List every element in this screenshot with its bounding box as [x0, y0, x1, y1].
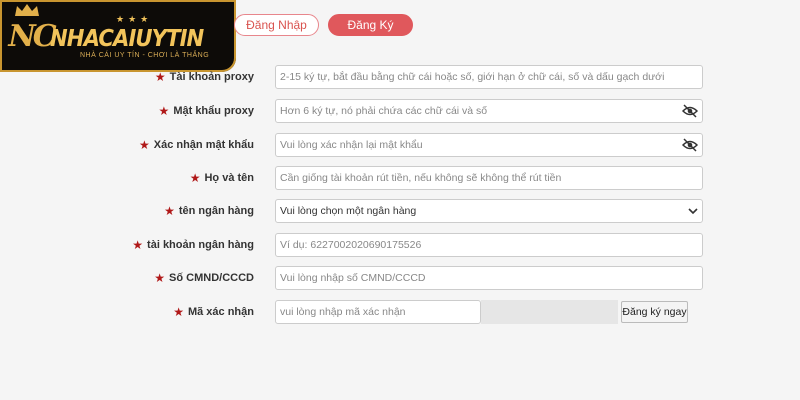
input-placeholder: 2-15 ký tự, bắt đầu bằng chữ cái hoặc số… — [280, 71, 665, 83]
form-row-confirm-password: ★ Xác nhận mật khẩu Vui lòng xác nhận lạ… — [0, 133, 800, 157]
required-star-icon: ★ — [154, 271, 166, 285]
field-label-text: Số CMND/CCCD — [169, 272, 254, 284]
field-label: ★ Họ và tên — [190, 166, 254, 190]
form-row-captcha: ★ Mã xác nhận vui lòng nhập mã xác nhận … — [0, 300, 800, 324]
logo-tagline: NHÀ CÁI UY TÍN - CHƠI LÀ THẮNG — [80, 52, 210, 59]
field-label: ★ Mật khẩu proxy — [159, 99, 254, 123]
logo-mark: NC — [8, 18, 56, 54]
select-value: Vui lòng chọn một ngân hàng — [280, 205, 417, 217]
field-label-text: Mật khẩu proxy — [173, 105, 254, 117]
proxy-account-input[interactable]: 2-15 ký tự, bắt đầu bằng chữ cái hoặc số… — [275, 65, 703, 89]
captcha-input[interactable]: vui lòng nhập mã xác nhận — [275, 300, 481, 324]
logo-brand: NHACAIUYTIN — [50, 26, 204, 52]
eye-slash-icon[interactable] — [682, 138, 698, 152]
required-star-icon: ★ — [189, 171, 201, 185]
input-placeholder: Vui lòng xác nhận lại mật khẩu — [280, 139, 423, 151]
bank-account-input[interactable]: Ví dụ: 6227002020690175526 — [275, 233, 703, 257]
field-label-text: tài khoản ngân hàng — [147, 239, 254, 251]
field-label: ★ Xác nhận mật khẩu — [139, 133, 254, 157]
field-label: ★ tên ngân hàng — [164, 199, 254, 223]
tab-login[interactable]: Đăng Nhập — [234, 14, 319, 36]
input-placeholder: Ví dụ: 6227002020690175526 — [280, 239, 422, 251]
form-row-bank-name: ★ tên ngân hàng Vui lòng chọn một ngân h… — [0, 199, 800, 223]
field-label: ★ Tài khoản proxy — [155, 65, 254, 89]
field-label-text: Mã xác nhận — [187, 306, 254, 318]
site-logo[interactable]: NC ★★★ NHACAIUYTIN NHÀ CÁI UY TÍN - CHƠI… — [0, 0, 236, 72]
input-placeholder: Vui lòng nhập số CMND/CCCD — [280, 272, 426, 284]
eye-slash-icon[interactable] — [682, 104, 698, 118]
form-row-proxy-password: ★ Mật khẩu proxy Hơn 6 ký tự, nó phải ch… — [0, 99, 800, 123]
bank-name-select[interactable]: Vui lòng chọn một ngân hàng — [275, 199, 703, 223]
logo-stars-icon: ★★★ — [116, 14, 153, 24]
required-star-icon: ★ — [158, 104, 170, 118]
form-row-bank-account: ★ tài khoản ngân hàng Ví dụ: 62270020206… — [0, 233, 800, 257]
tab-register[interactable]: Đăng Ký — [328, 14, 413, 36]
form-row-id-number: ★ Số CMND/CCCD Vui lòng nhập số CMND/CCC… — [0, 266, 800, 290]
required-star-icon: ★ — [173, 305, 184, 319]
required-star-icon: ★ — [164, 204, 175, 218]
input-placeholder: Hơn 6 ký tự, nó phải chứa các chữ cái và… — [280, 105, 488, 117]
field-label-text: Tài khoản proxy — [169, 71, 254, 83]
input-placeholder: Cần giống tài khoản rút tiền, nếu không … — [280, 172, 562, 184]
field-label: ★ Mã xác nhận — [173, 300, 254, 324]
form-row-proxy-account: ★ Tài khoản proxy 2-15 ký tự, bắt đầu bằ… — [0, 65, 800, 89]
required-star-icon: ★ — [154, 70, 166, 84]
confirm-password-input[interactable]: Vui lòng xác nhận lại mật khẩu — [275, 133, 703, 157]
required-star-icon: ★ — [132, 238, 144, 252]
field-label: ★ tài khoản ngân hàng — [132, 233, 254, 257]
field-label-text: tên ngân hàng — [178, 205, 254, 217]
captcha-image[interactable] — [481, 300, 618, 324]
field-label: ★ Số CMND/CCCD — [154, 266, 254, 290]
chevron-down-icon — [688, 208, 698, 215]
field-label-text: Họ và tên — [204, 172, 254, 184]
form-row-full-name: ★ Họ và tên Cần giống tài khoản rút tiền… — [0, 166, 800, 190]
id-number-input[interactable]: Vui lòng nhập số CMND/CCCD — [275, 266, 703, 290]
required-star-icon: ★ — [138, 138, 150, 152]
proxy-password-input[interactable]: Hơn 6 ký tự, nó phải chứa các chữ cái và… — [275, 99, 703, 123]
full-name-input[interactable]: Cần giống tài khoản rút tiền, nếu không … — [275, 166, 703, 190]
input-placeholder: vui lòng nhập mã xác nhận — [280, 306, 406, 318]
register-now-button[interactable]: Đăng ký ngay — [621, 301, 688, 323]
field-label-text: Xác nhận mật khẩu — [153, 139, 254, 151]
